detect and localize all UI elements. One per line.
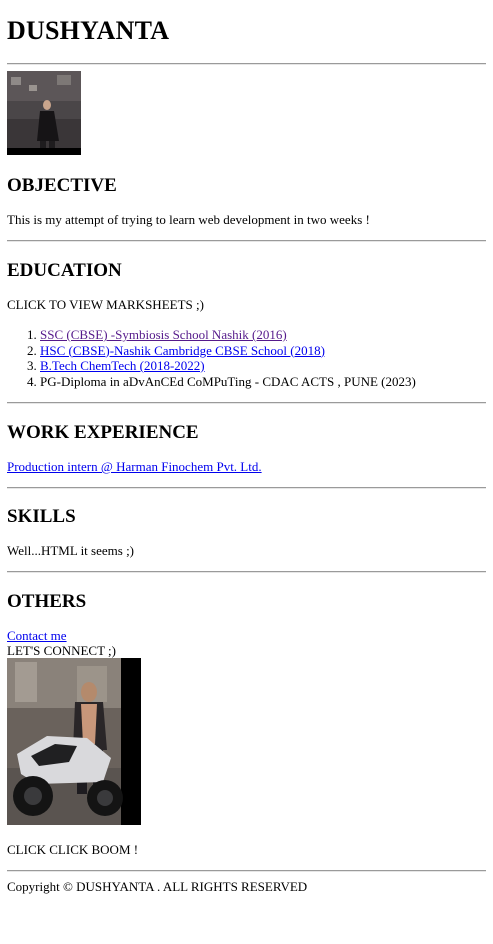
education-list: SSC (CBSE) -Symbiosis School Nashik (201… [7, 327, 486, 389]
work-heading: WORK EXPERIENCE [7, 422, 199, 443]
divider [7, 870, 486, 872]
education-heading: EDUCATION [7, 260, 122, 281]
profile-photo [7, 71, 81, 155]
education-item: HSC (CBSE)-Nashik Cambridge CBSE School … [40, 343, 486, 359]
divider [7, 240, 486, 242]
education-intro: CLICK TO VIEW MARKSHEETS ;) [7, 297, 204, 312]
work-paragraph: Production intern @ Harman Finochem Pvt.… [7, 459, 486, 474]
skills-text: Well...HTML it seems ;) [7, 543, 135, 558]
others-heading: OTHERS [7, 591, 87, 612]
photo-caption: CLICK CLICK BOOM ! [7, 842, 139, 857]
work-link[interactable]: Production intern @ Harman Finochem Pvt.… [7, 459, 262, 474]
page: DUSHYANTA OBJECTIVE This is my attempt o… [0, 16, 493, 894]
education-link-ssc[interactable]: SSC (CBSE) -Symbiosis School Nashik (201… [40, 327, 287, 342]
education-item: PG-Diploma in aDvAnCEd CoMPuTing - CDAC … [40, 374, 486, 390]
contact-link[interactable]: Contact me [7, 628, 67, 643]
others-content: Contact me LET'S CONNECT ;) [7, 628, 486, 658]
page-title: DUSHYANTA [7, 16, 170, 45]
bike-photo-art [7, 658, 141, 825]
education-text-pgd: PG-Diploma in aDvAnCEd CoMPuTing - CDAC … [40, 373, 416, 389]
objective-text: This is my attempt of trying to learn we… [7, 212, 370, 227]
objective-heading: OBJECTIVE [7, 175, 117, 196]
profile-photo-art [7, 71, 81, 155]
copyright-text: Copyright © DUSHYANTA . ALL RIGHTS RESER… [7, 879, 308, 894]
divider [7, 63, 486, 65]
divider [7, 402, 486, 404]
skills-heading: SKILLS [7, 506, 76, 527]
education-link-hsc[interactable]: HSC (CBSE)-Nashik Cambridge CBSE School … [40, 343, 325, 358]
education-link-btech[interactable]: B.Tech ChemTech (2018-2022) [40, 358, 205, 373]
education-item: B.Tech ChemTech (2018-2022) [40, 358, 486, 374]
divider [7, 487, 486, 489]
divider [7, 571, 486, 573]
education-item: SSC (CBSE) -Symbiosis School Nashik (201… [40, 327, 486, 343]
connect-text: LET'S CONNECT ;) [7, 643, 116, 658]
bike-photo [7, 658, 141, 825]
